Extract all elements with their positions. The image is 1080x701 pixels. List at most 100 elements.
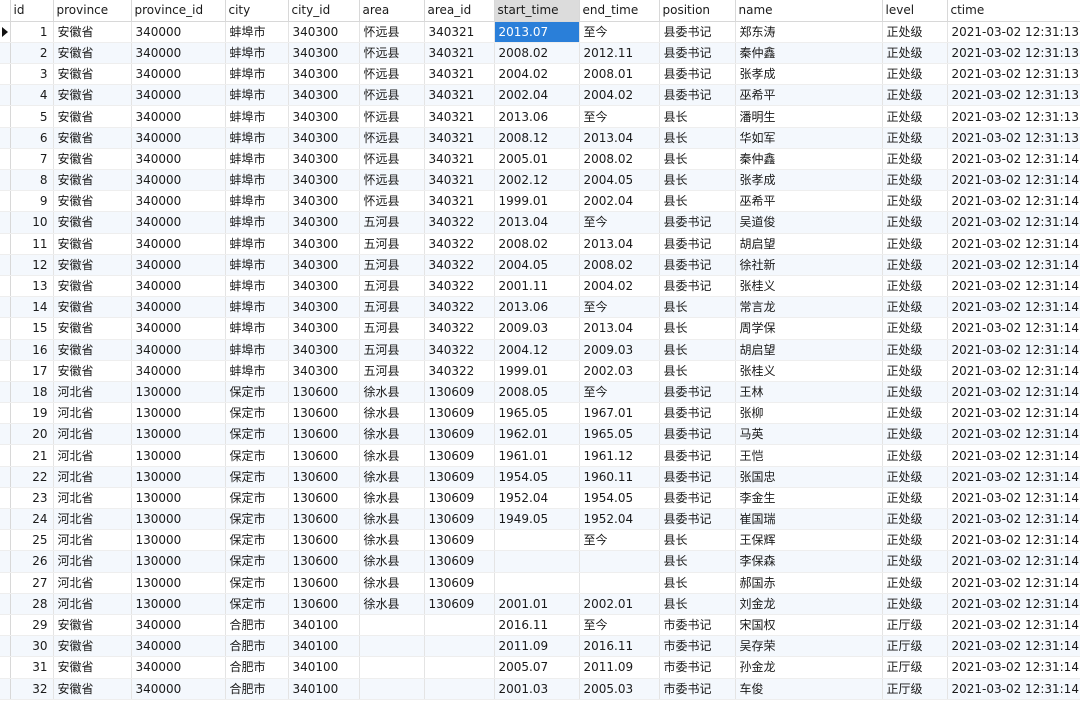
- cell-city[interactable]: 蚌埠市: [225, 360, 289, 382]
- cell-city-id[interactable]: 340100: [288, 678, 360, 700]
- cell-end-time[interactable]: 2008.02: [579, 254, 660, 276]
- cell-city[interactable]: 保定市: [225, 423, 289, 446]
- cell-level[interactable]: 正处级: [882, 254, 948, 276]
- cell-province-id[interactable]: 340000: [131, 148, 226, 171]
- cell-level[interactable]: 正处级: [882, 296, 948, 319]
- cell-ctime[interactable]: 2021-03-02 12:31:13: [947, 127, 1080, 149]
- cell-city[interactable]: 合肥市: [225, 678, 289, 700]
- cell-end-time[interactable]: 至今: [579, 381, 660, 404]
- cell-id[interactable]: 17: [10, 360, 54, 382]
- table-row[interactable]: 20 河北省 130000 保定市 130600 徐水县 130609 1962.01 1965…: [0, 423, 1080, 446]
- table-row[interactable]: 30 安徽省 340000 合肥市 340100 2011.09 2016.11 市委书记 吴存…: [0, 635, 1080, 658]
- cell-province[interactable]: 安徽省: [53, 678, 132, 700]
- cell-province-id[interactable]: 340000: [131, 105, 226, 128]
- cell-end-time[interactable]: 至今: [579, 211, 660, 234]
- cell-province-id[interactable]: 130000: [131, 444, 226, 467]
- row-marker[interactable]: [0, 593, 11, 615]
- cell-end-time[interactable]: 2004.02: [579, 84, 660, 107]
- cell-name[interactable]: 张孝成: [735, 169, 883, 192]
- cell-ctime[interactable]: 2021-03-02 12:31:14: [947, 381, 1080, 404]
- cell-level[interactable]: 正处级: [882, 339, 948, 361]
- cell-position[interactable]: 县委书记: [659, 84, 736, 107]
- cell-area-id[interactable]: [424, 614, 495, 637]
- cell-ctime[interactable]: 2021-03-02 12:31:13: [947, 105, 1080, 128]
- cell-city[interactable]: 保定市: [225, 550, 289, 573]
- row-marker[interactable]: [0, 678, 11, 700]
- cell-level[interactable]: 正处级: [882, 487, 948, 510]
- cell-position[interactable]: 县长: [659, 529, 736, 552]
- cell-province-id[interactable]: 340000: [131, 190, 226, 213]
- row-marker[interactable]: [0, 148, 11, 171]
- cell-province[interactable]: 安徽省: [53, 635, 132, 658]
- cell-end-time[interactable]: 至今: [579, 296, 660, 319]
- cell-name[interactable]: 郝国赤: [735, 572, 883, 594]
- row-marker[interactable]: [0, 614, 11, 637]
- data-grid[interactable]: id province province_id city city_id area area…: [0, 0, 1080, 701]
- cell-level[interactable]: 正处级: [882, 190, 948, 213]
- cell-city-id[interactable]: 130600: [288, 508, 360, 531]
- cell-start-time[interactable]: 2008.02: [494, 42, 580, 65]
- table-row[interactable]: 14 安徽省 340000 蚌埠市 340300 五河县 340322 2013.06 至今 县长…: [0, 296, 1080, 319]
- cell-name[interactable]: 马英: [735, 423, 883, 446]
- column-header-id[interactable]: id: [10, 0, 54, 22]
- cell-ctime[interactable]: 2021-03-02 12:31:14: [947, 360, 1080, 382]
- cell-area[interactable]: 五河县: [359, 254, 425, 276]
- cell-name[interactable]: 车俊: [735, 678, 883, 700]
- cell-position[interactable]: 县委书记: [659, 211, 736, 234]
- cell-id[interactable]: 11: [10, 233, 54, 255]
- cell-ctime[interactable]: 2021-03-02 12:31:13: [947, 84, 1080, 107]
- cell-city[interactable]: 蚌埠市: [225, 21, 289, 43]
- cell-province-id[interactable]: 340000: [131, 127, 226, 149]
- cell-area-id[interactable]: 340322: [424, 317, 495, 340]
- cell-city[interactable]: 保定市: [225, 487, 289, 510]
- cell-area-id[interactable]: 340322: [424, 360, 495, 382]
- cell-area[interactable]: 徐水县: [359, 423, 425, 446]
- cell-province[interactable]: 安徽省: [53, 105, 132, 128]
- cell-city-id[interactable]: 340100: [288, 614, 360, 637]
- table-row[interactable]: 17 安徽省 340000 蚌埠市 340300 五河县 340322 1999.01 2002…: [0, 360, 1080, 382]
- column-header-ctime[interactable]: ctime: [947, 0, 1080, 22]
- cell-area-id[interactable]: 340321: [424, 63, 495, 86]
- cell-name[interactable]: 张桂义: [735, 275, 883, 298]
- cell-level[interactable]: 正厅级: [882, 678, 948, 700]
- cell-name[interactable]: 李保森: [735, 550, 883, 573]
- cell-area[interactable]: 怀远县: [359, 190, 425, 213]
- table-row[interactable]: 5 安徽省 340000 蚌埠市 340300 怀远县 340321 2013.06 至今 县长潘…: [0, 105, 1080, 128]
- cell-city[interactable]: 蚌埠市: [225, 84, 289, 107]
- cell-city-id[interactable]: 340300: [288, 63, 360, 86]
- cell-name[interactable]: 华如军: [735, 127, 883, 149]
- table-row[interactable]: 2 安徽省 340000 蚌埠市 340300 怀远县 340321 2008.02 2012.…: [0, 42, 1080, 65]
- cell-area-id[interactable]: 130609: [424, 529, 495, 552]
- cell-position[interactable]: 县委书记: [659, 254, 736, 276]
- cell-province[interactable]: 安徽省: [53, 233, 132, 255]
- cell-province-id[interactable]: 340000: [131, 233, 226, 255]
- cell-end-time[interactable]: 至今: [579, 21, 660, 43]
- cell-province-id[interactable]: 340000: [131, 21, 226, 43]
- cell-position[interactable]: 县委书记: [659, 444, 736, 467]
- row-marker[interactable]: [0, 190, 11, 213]
- cell-city-id[interactable]: 130600: [288, 444, 360, 467]
- cell-start-time[interactable]: 2016.11: [494, 614, 580, 637]
- cell-start-time[interactable]: 2013.06: [494, 105, 580, 128]
- cell-end-time[interactable]: 2011.09: [579, 656, 660, 679]
- cell-city[interactable]: 蚌埠市: [225, 127, 289, 149]
- cell-name[interactable]: 秦仲鑫: [735, 148, 883, 171]
- cell-area[interactable]: 怀远县: [359, 169, 425, 192]
- cell-ctime[interactable]: 2021-03-02 12:31:14: [947, 169, 1080, 192]
- row-marker[interactable]: [0, 42, 11, 65]
- cell-position[interactable]: 县长: [659, 127, 736, 149]
- cell-end-time[interactable]: 2009.03: [579, 339, 660, 361]
- table-row[interactable]: 11 安徽省 340000 蚌埠市 340300 五河县 340322 2008.02 2013…: [0, 233, 1080, 255]
- cell-start-time[interactable]: 1962.01: [494, 423, 580, 446]
- cell-level[interactable]: 正处级: [882, 317, 948, 340]
- cell-province[interactable]: 安徽省: [53, 190, 132, 213]
- table-row[interactable]: 32 安徽省 340000 合肥市 340100 2001.03 2005.03 市委书记 车俊…: [0, 678, 1080, 700]
- cell-name[interactable]: 吴存荣: [735, 635, 883, 658]
- cell-area[interactable]: 五河县: [359, 360, 425, 382]
- cell-province[interactable]: 安徽省: [53, 275, 132, 298]
- cell-ctime[interactable]: 2021-03-02 12:31:14: [947, 529, 1080, 552]
- cell-ctime[interactable]: 2021-03-02 12:31:13: [947, 21, 1080, 43]
- cell-area-id[interactable]: 130609: [424, 572, 495, 594]
- cell-province[interactable]: 安徽省: [53, 254, 132, 276]
- column-header-province[interactable]: province: [53, 0, 132, 22]
